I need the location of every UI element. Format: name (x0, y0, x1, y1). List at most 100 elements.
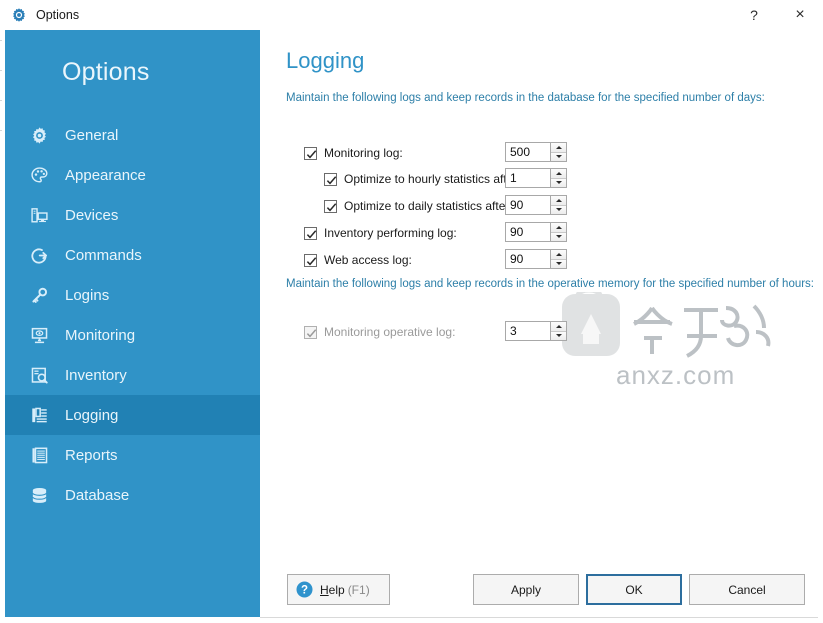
spinner-buttons (550, 322, 566, 340)
sidebar-item-commands[interactable]: Commands (5, 235, 260, 275)
sidebar: Options General Appearance Devices Comma… (5, 30, 260, 617)
window-title: Options (36, 7, 80, 22)
sidebar-item-label: Monitoring (65, 326, 136, 344)
spinner-optimize-daily[interactable]: 90 (505, 195, 567, 215)
spinner-up-icon[interactable] (551, 250, 566, 260)
sidebar-item-inventory[interactable]: Inventory (5, 355, 260, 395)
checkbox-optimize-daily[interactable] (324, 199, 337, 213)
spinner-buttons (550, 196, 566, 214)
report-icon (29, 445, 49, 465)
spinner-down-icon[interactable] (551, 152, 566, 161)
help-button-label: Help (F1) (320, 583, 370, 597)
svg-text:anxz.com: anxz.com (616, 360, 735, 390)
options-dialog: Options ? × Options General Appearance D… (0, 0, 823, 623)
database-icon (29, 485, 49, 505)
spinner-optimize-hourly[interactable]: 1 (505, 168, 567, 188)
monitor-icon (29, 325, 49, 345)
checkbox-web-access-log[interactable] (304, 253, 317, 267)
sidebar-item-monitoring[interactable]: Monitoring (5, 315, 260, 355)
spinner-down-icon[interactable] (551, 259, 566, 268)
checkbox-monitoring-operative-log[interactable] (304, 325, 317, 339)
row-monitoring-operative-log: Monitoring operative log: (304, 322, 455, 342)
section-note-database: Maintain the following logs and keep rec… (286, 92, 765, 104)
help-rest: elp (328, 582, 345, 597)
spinner-up-icon[interactable] (551, 169, 566, 179)
ok-button[interactable]: OK (586, 574, 682, 605)
sidebar-item-label: Commands (65, 246, 142, 264)
row-label: Optimize to hourly statistics after: (344, 172, 521, 186)
row-label: Web access log: (324, 253, 412, 267)
sidebar-nav: General Appearance Devices Commands Logi… (5, 115, 260, 515)
checkbox-inventory-performing-log[interactable] (304, 226, 317, 240)
spinner-down-icon[interactable] (551, 232, 566, 241)
help-hint: (F1) (347, 582, 370, 597)
sidebar-item-label: Logins (65, 286, 110, 304)
spinner-up-icon[interactable] (551, 143, 566, 153)
spinner-buttons (550, 250, 566, 268)
spinner-value[interactable]: 90 (506, 250, 550, 268)
command-icon (29, 245, 49, 265)
svg-text:?: ? (301, 585, 308, 597)
row-label: Inventory performing log: (324, 226, 457, 240)
spinner-value[interactable]: 500 (506, 143, 550, 161)
checkbox-optimize-hourly[interactable] (324, 172, 337, 186)
checkbox-monitoring-log[interactable] (304, 146, 317, 160)
spinner-value[interactable]: 90 (506, 196, 550, 214)
help-accel: H (320, 582, 329, 597)
spinner-up-icon[interactable] (551, 322, 566, 332)
inventory-icon (29, 365, 49, 385)
spinner-monitoring-log[interactable]: 500 (505, 142, 567, 162)
sidebar-item-label: General (65, 126, 119, 144)
spinner-buttons (550, 223, 566, 241)
page-title: Logging (286, 48, 365, 73)
spinner-buttons (550, 143, 566, 161)
sidebar-item-logging[interactable]: Logging (5, 395, 260, 435)
spinner-up-icon[interactable] (551, 196, 566, 206)
spinner-monitoring-operative-log[interactable]: 3 (505, 321, 567, 341)
watermark-overlay: anxz.com (556, 287, 786, 392)
title-bar: Options ? × (0, 0, 823, 31)
title-help-button[interactable]: ? (731, 0, 777, 30)
title-bar-left: Options (0, 7, 79, 23)
cancel-button[interactable]: Cancel (689, 574, 805, 605)
palette-icon (29, 165, 49, 185)
sidebar-item-label: Logging (65, 406, 119, 424)
section-note-operative-memory: Maintain the following logs and keep rec… (286, 278, 815, 290)
row-web-access-log: Web access log: (304, 250, 412, 270)
help-button[interactable]: ? Help (F1) (287, 574, 390, 605)
row-optimize-daily: Optimize to daily statistics after: (324, 196, 513, 216)
row-optimize-hourly: Optimize to hourly statistics after: (324, 169, 521, 189)
sidebar-item-label: Devices (65, 206, 119, 224)
gear-icon (11, 7, 27, 23)
sidebar-item-general[interactable]: General (5, 115, 260, 155)
spinner-value[interactable]: 90 (506, 223, 550, 241)
sidebar-item-label: Reports (65, 446, 118, 464)
question-mark-icon: ? (296, 581, 313, 598)
sidebar-item-label: Appearance (65, 166, 146, 184)
footer-separator (260, 617, 818, 618)
spinner-down-icon[interactable] (551, 178, 566, 187)
sidebar-item-reports[interactable]: Reports (5, 435, 260, 475)
apply-button[interactable]: Apply (473, 574, 579, 605)
close-icon[interactable]: × (777, 0, 823, 30)
spinner-web-access-log[interactable]: 90 (505, 249, 567, 269)
log-icon (29, 405, 49, 425)
spinner-value[interactable]: 3 (506, 322, 550, 340)
window-controls: ? × (731, 0, 823, 30)
row-label: Optimize to daily statistics after: (344, 199, 513, 213)
sidebar-item-database[interactable]: Database (5, 475, 260, 515)
sidebar-item-devices[interactable]: Devices (5, 195, 260, 235)
spinner-up-icon[interactable] (551, 223, 566, 233)
sidebar-item-label: Inventory (65, 366, 127, 384)
sidebar-item-appearance[interactable]: Appearance (5, 155, 260, 195)
row-label: Monitoring log: (324, 146, 403, 160)
gear-icon (29, 125, 49, 145)
spinner-down-icon[interactable] (551, 331, 566, 340)
row-monitoring-log: Monitoring log: (304, 143, 403, 163)
spinner-value[interactable]: 1 (506, 169, 550, 187)
key-icon (29, 285, 49, 305)
sidebar-heading: Options (62, 58, 150, 86)
sidebar-item-logins[interactable]: Logins (5, 275, 260, 315)
spinner-down-icon[interactable] (551, 205, 566, 214)
spinner-inventory-performing-log[interactable]: 90 (505, 222, 567, 242)
